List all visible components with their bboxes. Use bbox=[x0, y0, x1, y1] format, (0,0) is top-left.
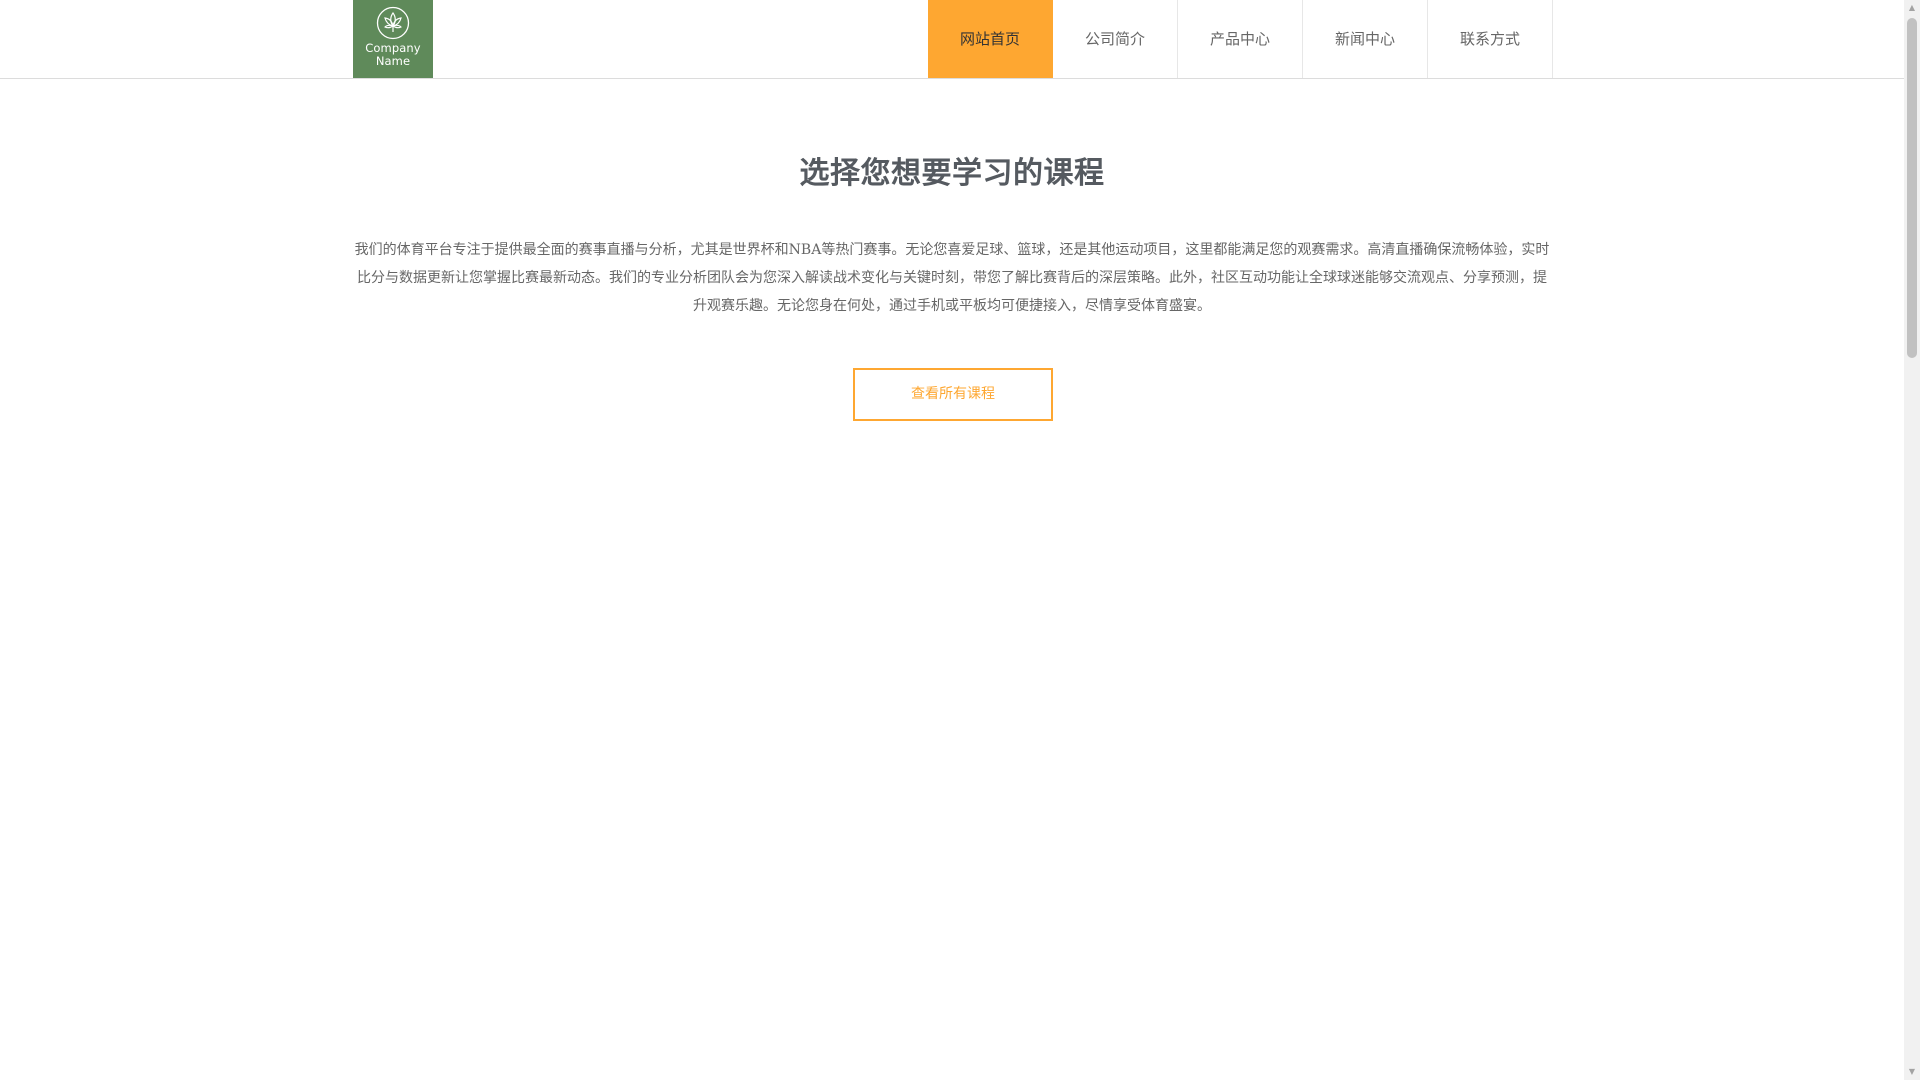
main-nav: 网站首页 公司简介 产品中心 新闻中心 联系方式 bbox=[928, 0, 1553, 78]
leaf-emblem-icon bbox=[376, 6, 410, 40]
logo-text: Company Name bbox=[365, 41, 421, 68]
page: Company Name 网站首页 公司简介 产品中心 新闻中心 联系方式 选择… bbox=[0, 0, 1920, 1080]
nav-item-news[interactable]: 新闻中心 bbox=[1303, 0, 1428, 78]
nav-item-home[interactable]: 网站首页 bbox=[928, 0, 1053, 78]
nav-item-about[interactable]: 公司简介 bbox=[1053, 0, 1178, 78]
vertical-scrollbar[interactable]: ▲ ▼ bbox=[1904, 0, 1920, 1080]
site-header: Company Name 网站首页 公司简介 产品中心 新闻中心 联系方式 bbox=[0, 0, 1904, 79]
intro-paragraph: 我们的体育平台专注于提供最全面的赛事直播与分析，尤其是世界杯和NBA等热门赛事。… bbox=[354, 242, 1550, 314]
scroll-up-arrow-icon[interactable]: ▲ bbox=[1904, 0, 1920, 16]
scrollbar-thumb[interactable] bbox=[1907, 18, 1917, 358]
page-title: 选择您想要学习的课程 bbox=[799, 156, 1105, 191]
scroll-down-arrow-icon[interactable]: ▼ bbox=[1904, 1064, 1920, 1080]
company-logo[interactable]: Company Name bbox=[353, 0, 433, 78]
view-all-courses-button[interactable]: 查看所有课程 bbox=[853, 368, 1053, 421]
nav-item-products[interactable]: 产品中心 bbox=[1178, 0, 1303, 78]
nav-item-contact[interactable]: 联系方式 bbox=[1428, 0, 1553, 78]
